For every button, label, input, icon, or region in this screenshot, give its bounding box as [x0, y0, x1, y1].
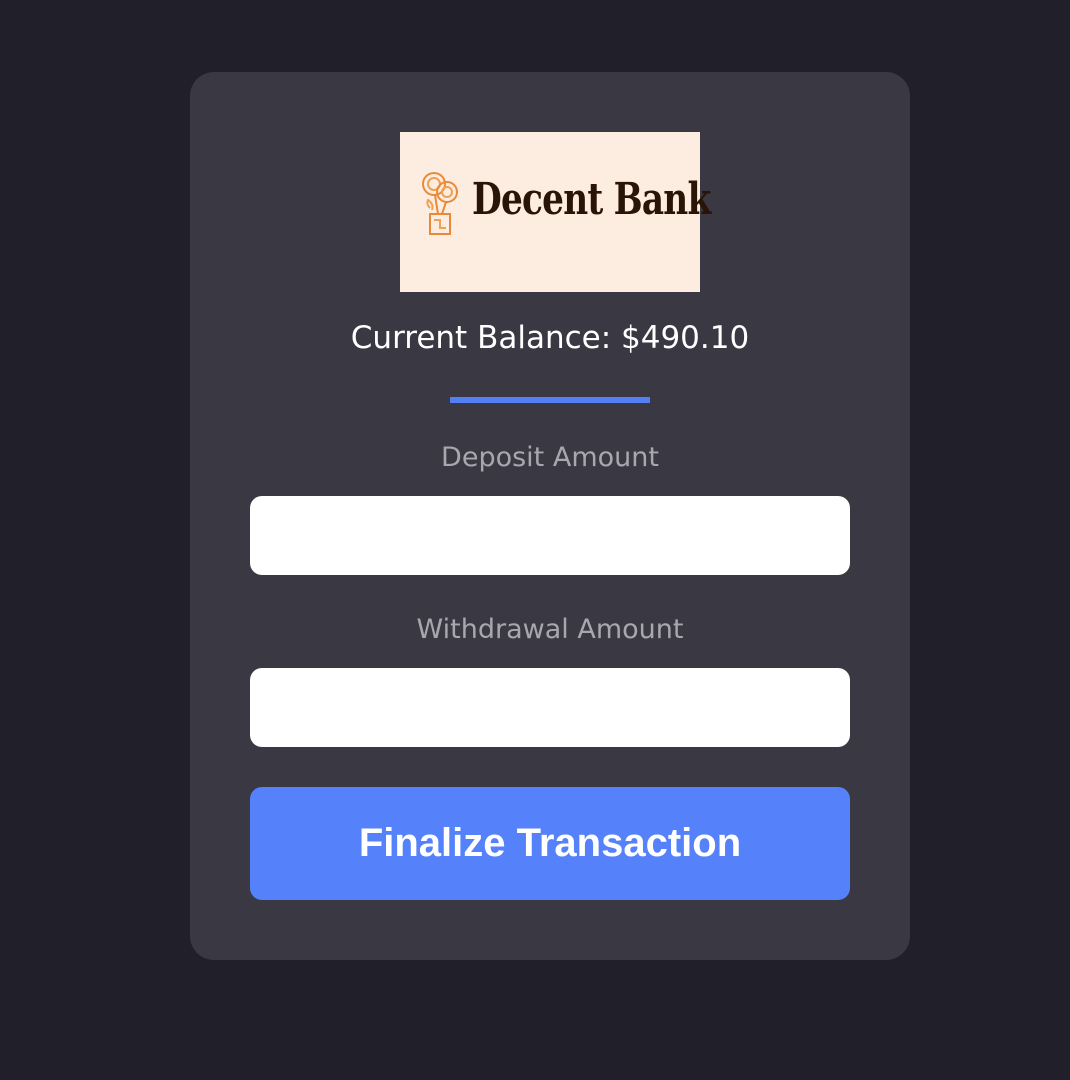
withdrawal-amount-input[interactable]	[250, 668, 850, 747]
finalize-transaction-button[interactable]: Finalize Transaction	[250, 787, 850, 900]
deposit-amount-input[interactable]	[250, 496, 850, 575]
current-balance: Current Balance: $490.10	[350, 320, 750, 356]
bank-logo: Decent Bank	[400, 132, 711, 292]
deposit-amount-label: Deposit Amount	[441, 442, 659, 473]
transaction-card: Decent Bank Current Balance: $490.10 Dep…	[190, 72, 910, 960]
withdrawal-amount-label: Withdrawal Amount	[416, 614, 684, 645]
accent-divider	[450, 397, 650, 403]
flower-pot-coin-icon	[422, 172, 458, 235]
bank-logo-text: Decent Bank	[472, 174, 711, 225]
